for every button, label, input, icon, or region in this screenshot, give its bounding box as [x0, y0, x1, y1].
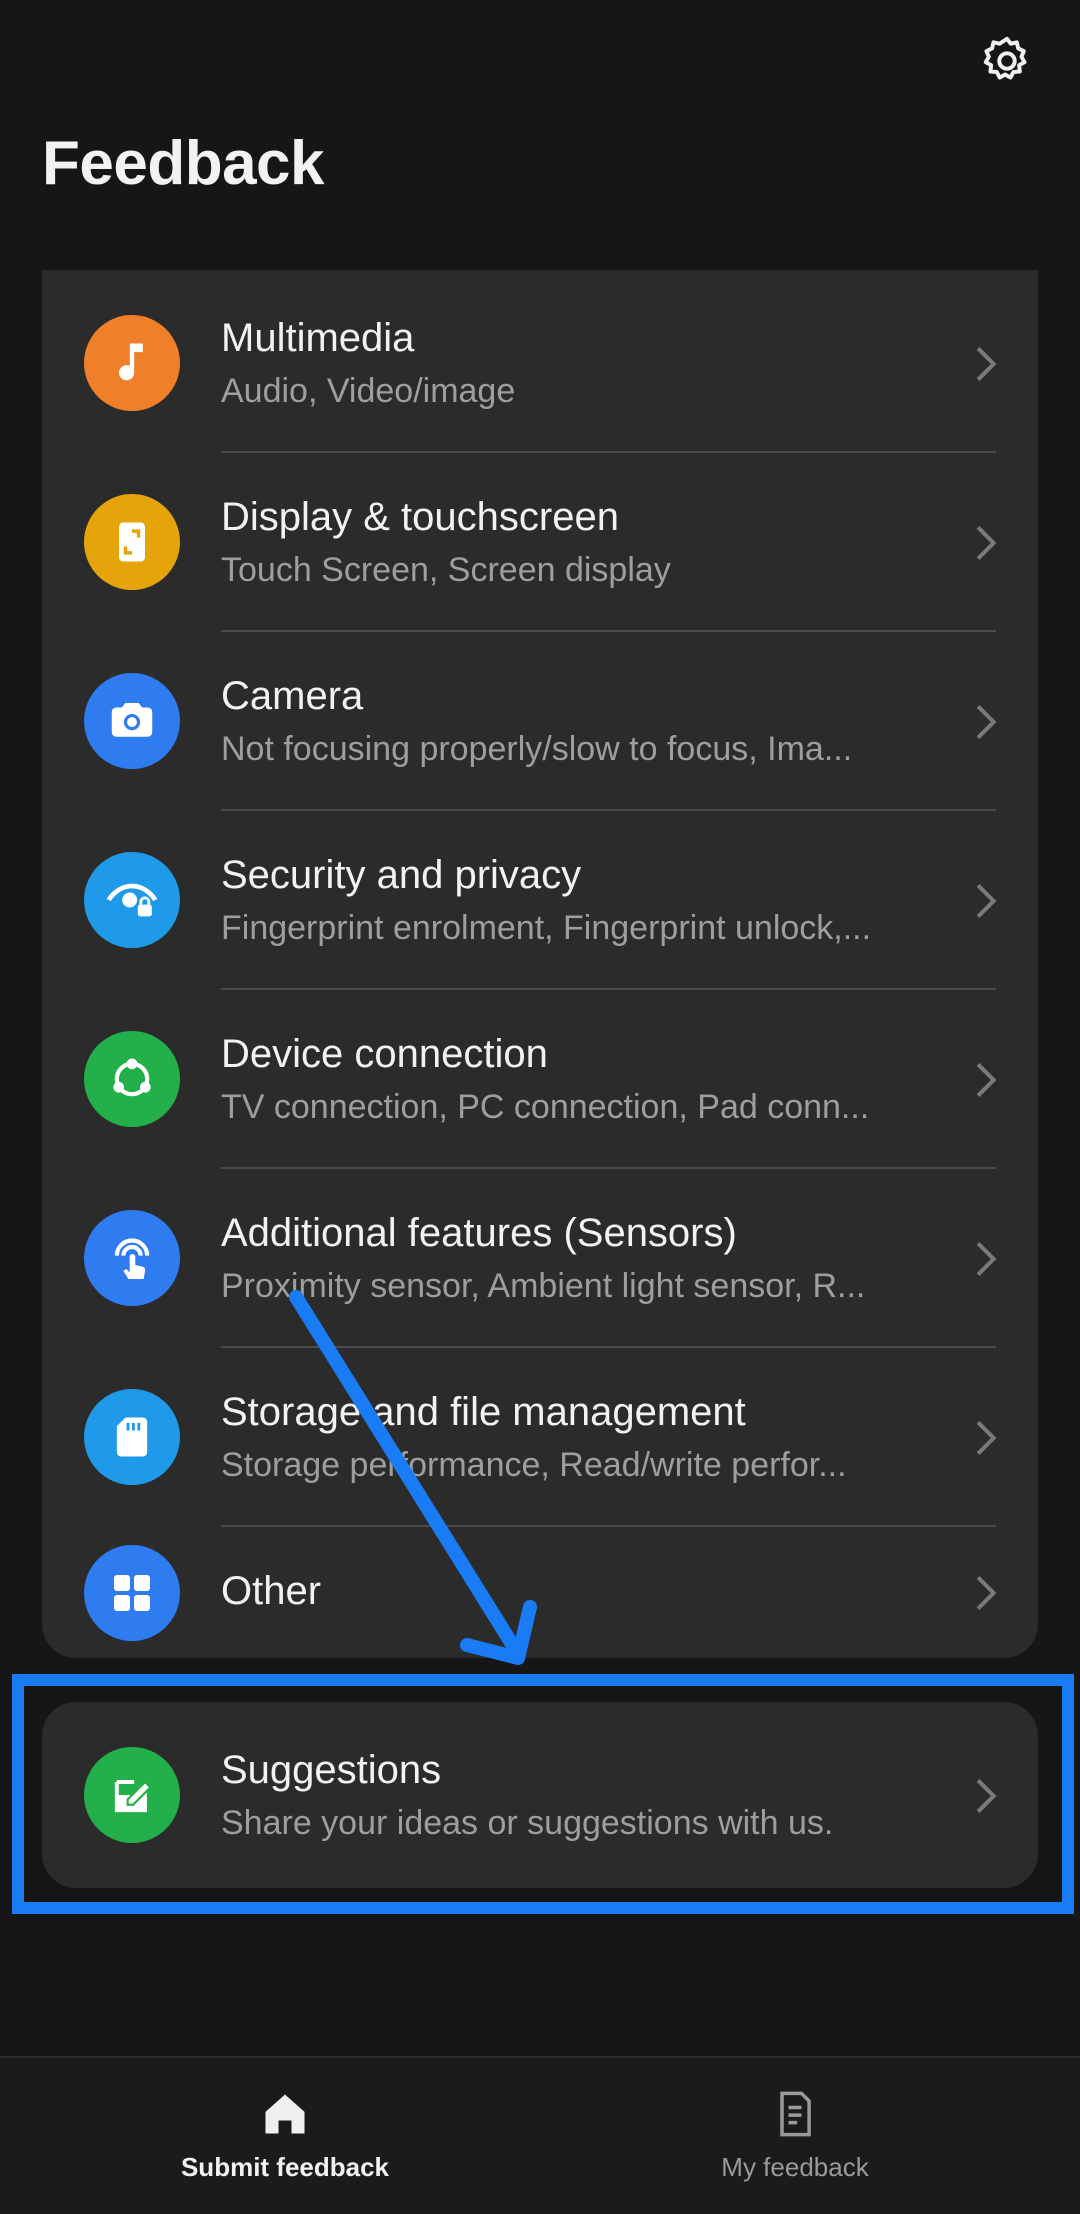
category-subtitle: Storage performance, Read/write perfor..… — [221, 1446, 847, 1484]
chevron-right-icon — [976, 1063, 997, 1097]
camera-icon — [84, 673, 180, 769]
tab-label: Submit feedback — [180, 2152, 390, 2182]
category-row-device-connection[interactable]: Device connection TV connection, PC conn… — [42, 990, 1038, 1169]
privacy-eye-lock-icon — [84, 852, 180, 948]
category-subtitle: TV connection, PC connection, Pad conn..… — [221, 1088, 870, 1126]
category-subtitle: Touch Screen, Screen display — [221, 551, 671, 589]
category-title: Camera — [221, 674, 364, 718]
bottom-navigation: Submit feedback My feedback — [0, 2056, 1080, 2214]
music-note-icon — [84, 315, 180, 411]
category-list: Multimedia Audio, Video/image Display & … — [42, 270, 1038, 1658]
category-row-security-privacy[interactable]: Security and privacy Fingerprint enrolme… — [42, 811, 1038, 990]
suggestions-title: Suggestions — [221, 1748, 442, 1792]
touch-sensor-icon — [84, 1210, 180, 1306]
category-row-camera[interactable]: Camera Not focusing properly/slow to foc… — [42, 632, 1038, 811]
category-title: Other — [221, 1569, 322, 1613]
category-title: Display & touchscreen — [221, 495, 619, 539]
tab-label: My feedback — [721, 2152, 869, 2182]
chevron-right-icon — [976, 526, 997, 560]
chevron-right-icon — [976, 705, 997, 739]
gear-icon — [983, 36, 1027, 80]
page-title: Feedback — [42, 129, 325, 198]
chevron-right-icon — [976, 1242, 997, 1276]
grid-apps-icon — [84, 1545, 180, 1641]
suggestions-card[interactable]: Suggestions Share your ideas or suggesti… — [42, 1702, 1038, 1888]
category-subtitle: Fingerprint enrolment, Fingerprint unloc… — [221, 909, 872, 947]
home-icon — [265, 2094, 305, 2134]
suggestions-row[interactable]: Suggestions Share your ideas or suggesti… — [42, 1702, 1038, 1888]
chevron-right-icon — [976, 1421, 997, 1455]
category-title: Security and privacy — [221, 853, 582, 897]
chevron-right-icon — [976, 1779, 997, 1813]
tab-my-feedback[interactable]: My feedback — [525, 2058, 1065, 2214]
settings-button[interactable] — [976, 30, 1038, 92]
category-row-display-touchscreen[interactable]: Display & touchscreen Touch Screen, Scre… — [42, 453, 1038, 632]
category-title: Device connection — [221, 1032, 548, 1076]
suggestions-subtitle: Share your ideas or suggestions with us. — [221, 1804, 834, 1842]
chevron-right-icon — [976, 1576, 997, 1610]
category-subtitle: Proximity sensor, Ambient light sensor, … — [221, 1267, 866, 1305]
category-row-storage[interactable]: Storage and file management Storage perf… — [42, 1348, 1038, 1527]
chevron-right-icon — [976, 347, 997, 381]
category-subtitle: Audio, Video/image — [221, 372, 516, 410]
sd-card-icon — [84, 1389, 180, 1485]
category-row-other[interactable]: Other — [42, 1527, 1038, 1658]
category-title: Multimedia — [221, 316, 415, 360]
category-title: Storage and file management — [221, 1390, 746, 1434]
category-row-additional-features[interactable]: Additional features (Sensors) Proximity … — [42, 1169, 1038, 1348]
category-row-multimedia[interactable]: Multimedia Audio, Video/image — [42, 274, 1038, 453]
chevron-right-icon — [976, 884, 997, 918]
category-title: Additional features (Sensors) — [221, 1211, 737, 1255]
document-icon — [780, 2091, 811, 2137]
category-subtitle: Not focusing properly/slow to focus, Ima… — [221, 730, 853, 768]
share-nodes-icon — [84, 1031, 180, 1127]
phone-screen-icon — [84, 494, 180, 590]
tab-submit-feedback[interactable]: Submit feedback — [15, 2058, 555, 2214]
edit-note-icon — [84, 1747, 180, 1843]
